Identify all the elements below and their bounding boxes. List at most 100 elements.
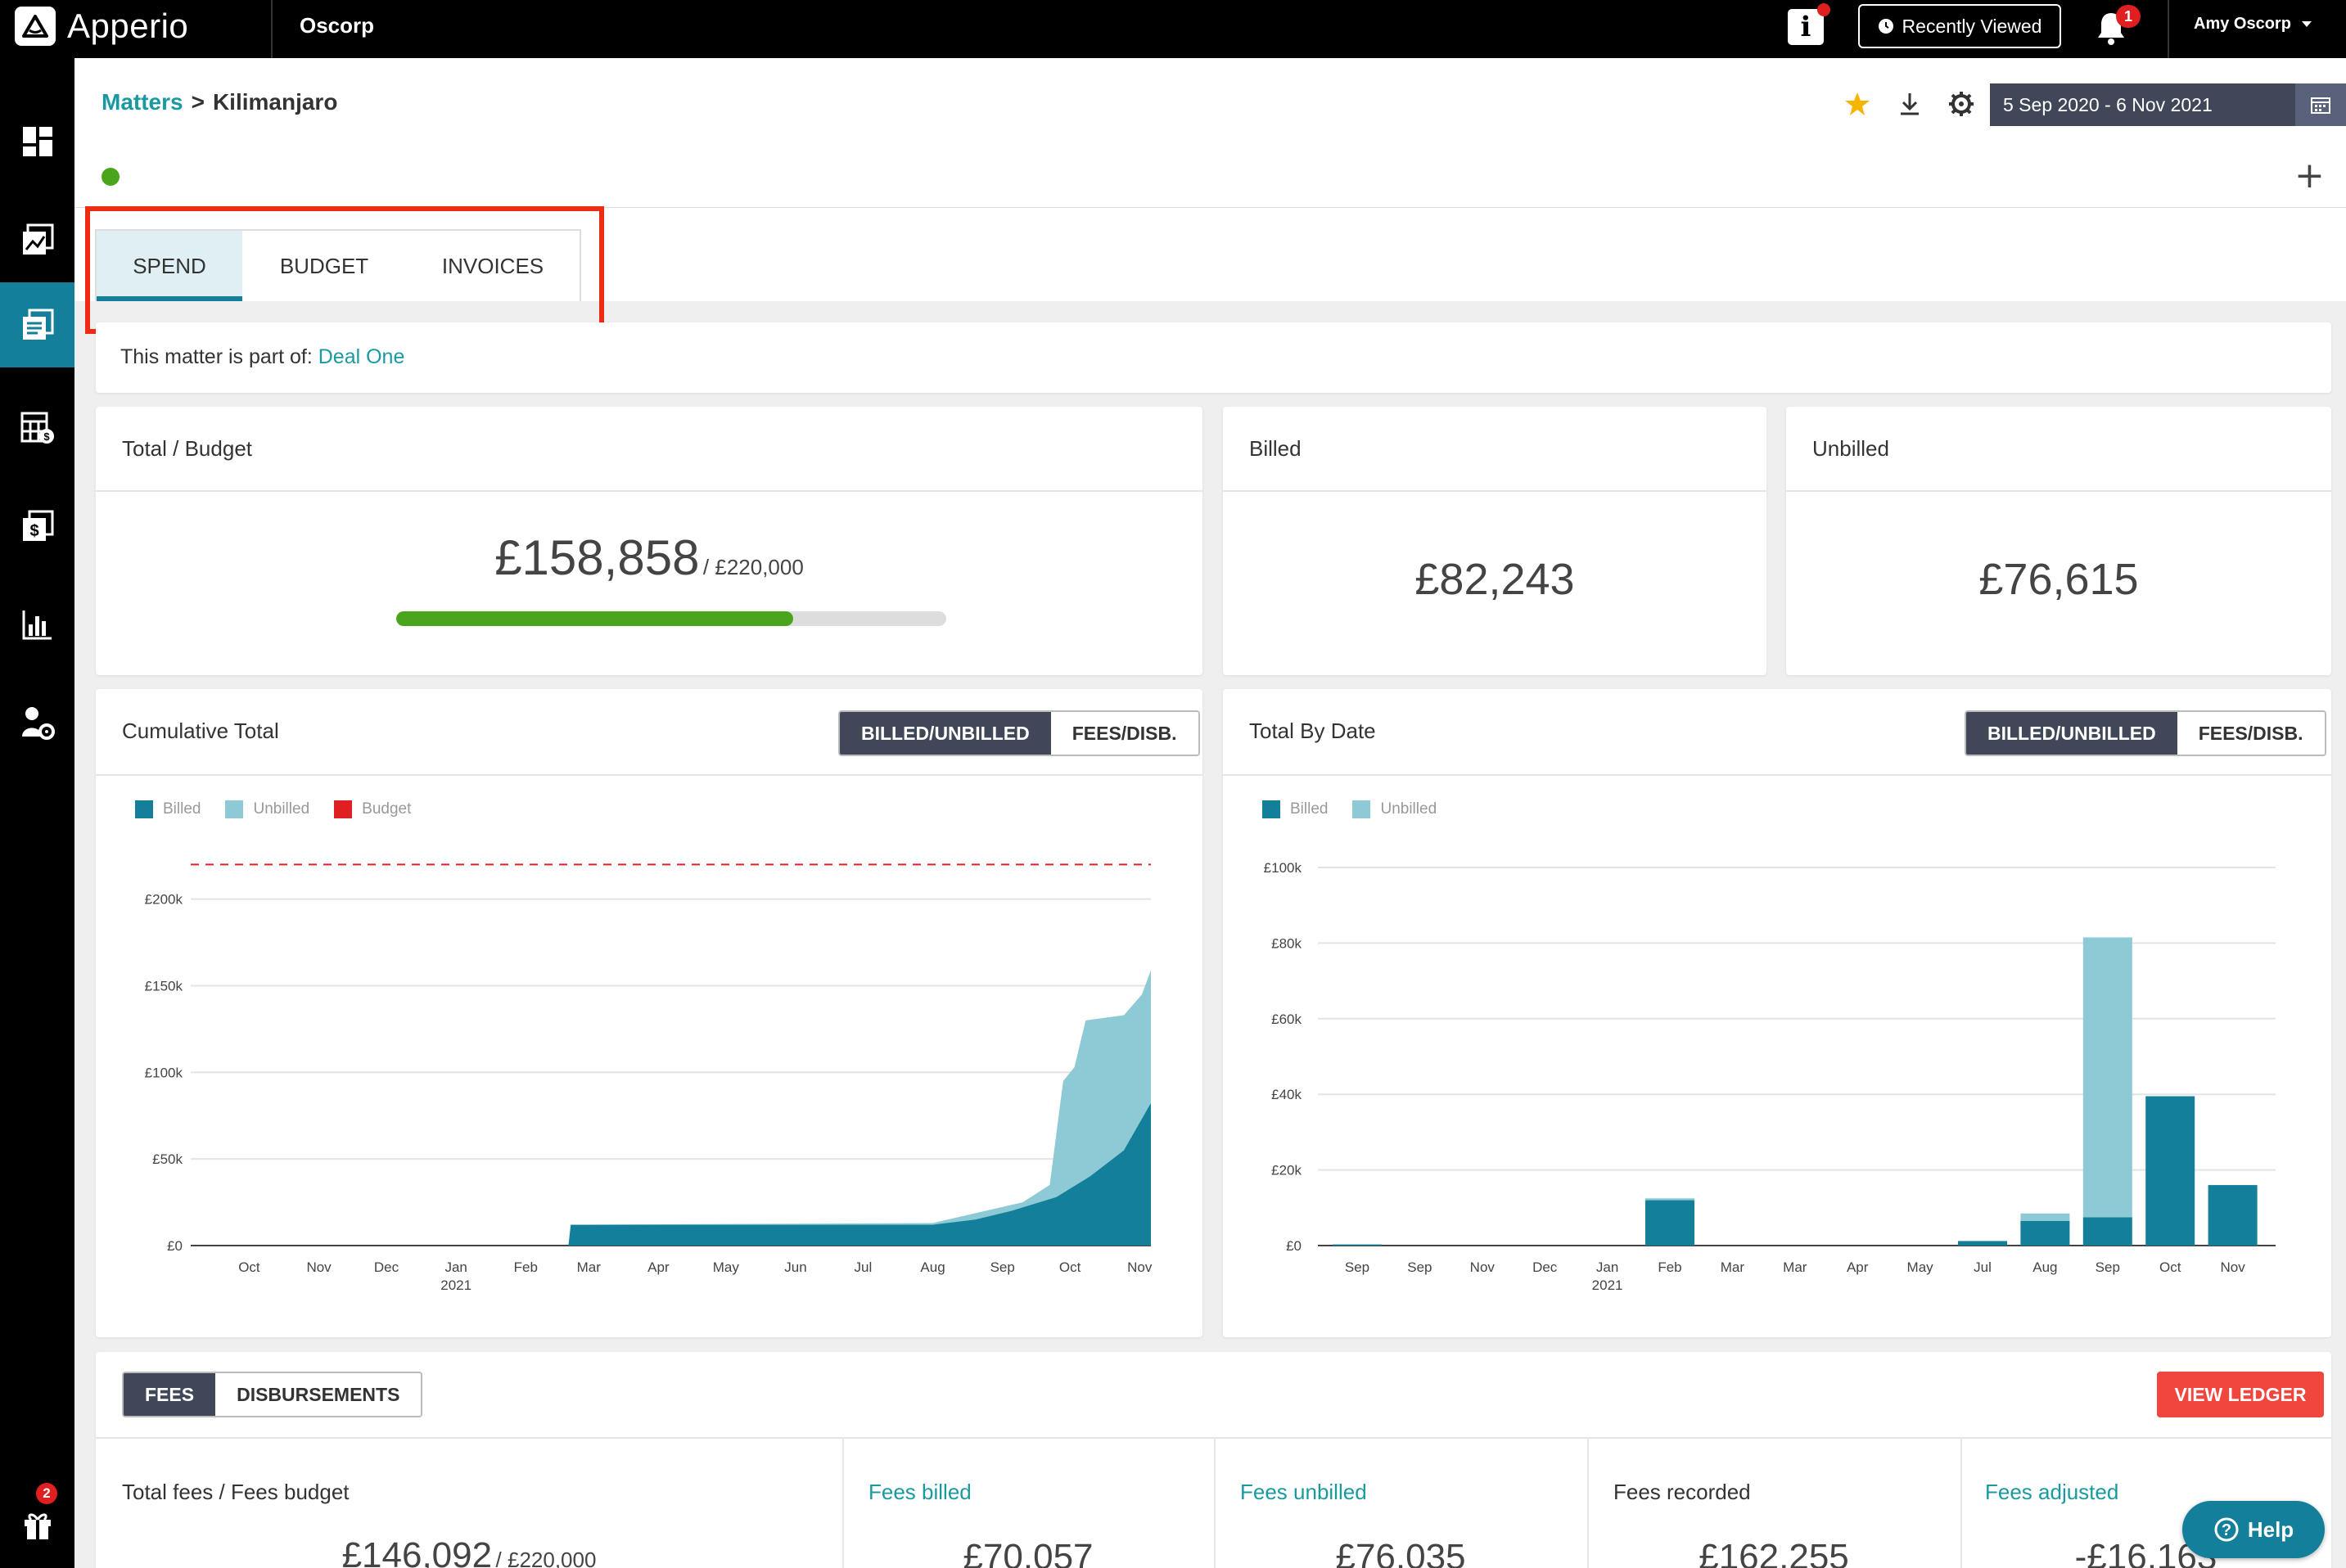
billed-unbilled-toggle[interactable]: BILLED/UNBILLED xyxy=(1966,712,2177,755)
help-button[interactable]: ? Help xyxy=(2182,1501,2325,1558)
card-header: FEES DISBURSEMENTS VIEW LEDGER xyxy=(96,1352,2331,1439)
user-settings-icon xyxy=(21,707,55,740)
x-tick-label: Aug xyxy=(2032,1259,2057,1275)
cumulative-legend: Billed Unbilled Budget xyxy=(135,800,411,818)
org-name[interactable]: Oscorp xyxy=(300,13,374,38)
sidebar-matters[interactable] xyxy=(0,282,74,367)
sidebar-dashboard[interactable] xyxy=(0,99,74,184)
y-tick-label: £200k xyxy=(145,892,183,908)
fees-disb-toggle[interactable]: FEES/DISB. xyxy=(2177,712,2325,755)
x-tick-label: May xyxy=(713,1259,740,1275)
sidebar-reports[interactable] xyxy=(0,582,74,667)
user-menu[interactable]: Amy Oscorp xyxy=(2194,15,2312,34)
x-tick-label: Mar xyxy=(577,1259,602,1275)
sidebar-budgets[interactable]: $ xyxy=(0,385,74,471)
svg-text:?: ? xyxy=(2222,1521,2231,1539)
fees-unbilled-link[interactable]: Fees unbilled xyxy=(1240,1480,1367,1505)
notification-badge: 1 xyxy=(2116,5,2141,28)
legend-budget-swatch xyxy=(334,800,353,818)
view-ledger-button[interactable]: VIEW LEDGER xyxy=(2157,1372,2324,1417)
question-icon: ? xyxy=(2214,1517,2239,1542)
billed-bar xyxy=(2208,1185,2258,1246)
matters-icon xyxy=(22,309,53,340)
billed-bar xyxy=(2145,1096,2195,1246)
breadcrumb: Matters > Kilimanjaro xyxy=(102,89,337,115)
x-tick-label: Oct xyxy=(238,1259,260,1275)
by-date-chart: £0 £20k £40k £60k £80k £100k Sep Sep Nov Dec Jan 20… xyxy=(1264,860,2276,1293)
breadcrumb-matters-link[interactable]: Matters xyxy=(102,89,183,115)
budget-value: / £220,000 xyxy=(702,555,804,579)
x-tick-label: Dec xyxy=(1532,1259,1558,1275)
dashboard-icon xyxy=(22,127,52,156)
sidebar-analytics[interactable] xyxy=(0,197,74,282)
legend-unbilled-swatch xyxy=(225,800,244,818)
total-by-date-card: Total By Date BILLED/UNBILLED FEES/DISB.… xyxy=(1223,689,2331,1337)
fees-disb-toggle[interactable]: FEES/DISB. xyxy=(1050,712,1198,755)
deal-link[interactable]: Deal One xyxy=(318,345,405,368)
x-tick-label: Aug xyxy=(920,1259,945,1275)
x-tick-label: Sep xyxy=(1407,1259,1432,1275)
deal-info: This matter is part of: Deal One xyxy=(120,345,404,369)
download-icon[interactable] xyxy=(1893,88,1926,120)
svg-text:$: $ xyxy=(43,430,50,443)
billed-card: Billed £82,243 xyxy=(1223,407,1766,675)
gear-icon[interactable] xyxy=(1945,88,1978,120)
calendar-icon[interactable] xyxy=(2295,83,2346,126)
x-tick-label: Oct xyxy=(2159,1259,2181,1275)
budget-progress-fill xyxy=(396,611,794,626)
app-logo[interactable]: Apperio xyxy=(15,7,188,46)
status-indicator xyxy=(102,168,120,186)
billed-bar xyxy=(1645,1200,1694,1246)
x-tick-label: Oct xyxy=(1059,1259,1081,1275)
date-range-picker[interactable]: 5 Sep 2020 - 6 Nov 2021 xyxy=(1990,83,2346,126)
cumulative-view-toggle: BILLED/UNBILLED FEES/DISB. xyxy=(838,710,1200,756)
total-value: £158,858 xyxy=(494,530,700,585)
fees-budget-value: / £220,000 xyxy=(495,1548,597,1568)
brand-name: Apperio xyxy=(67,7,189,45)
by-date-legend: Billed Unbilled xyxy=(1262,800,1437,818)
card-title: Total By Date xyxy=(1249,719,1376,743)
star-icon[interactable] xyxy=(1841,88,1874,120)
card-header: Cumulative Total BILLED/UNBILLED FEES/DI… xyxy=(96,689,1202,776)
x-tick-label: Feb xyxy=(1658,1259,1681,1275)
unbilled-value: £76,615 xyxy=(1978,555,2139,604)
recently-viewed-button[interactable]: Recently Viewed xyxy=(1858,4,2061,48)
y-tick-label: £80k xyxy=(1271,935,1302,951)
x-tick-label: Sep xyxy=(1345,1259,1369,1275)
disbursements-toggle[interactable]: DISBURSEMENTS xyxy=(215,1373,422,1416)
top-bar: Apperio Oscorp i Recently Viewed 1 Amy O… xyxy=(0,0,2346,58)
fees-billed-value: £70,057 xyxy=(963,1537,1094,1568)
y-tick-label: £20k xyxy=(1271,1163,1302,1178)
fees-tile-title: Total fees / Fees budget xyxy=(122,1480,350,1504)
fees-adjusted-link[interactable]: Fees adjusted xyxy=(1985,1480,2118,1505)
billed-bar xyxy=(1333,1244,1382,1246)
unbilled-bar xyxy=(2082,937,2132,1218)
x-tick-label: Dec xyxy=(374,1259,399,1275)
fees-tiles: Total fees / Fees budget £146,092 / £220… xyxy=(96,1439,2331,1568)
sidebar-user-settings[interactable] xyxy=(0,680,74,765)
card-header: Billed xyxy=(1223,407,1766,492)
cumulative-chart: £0 £50k £100k £150k £200k Oct Nov Dec Jan 2021 Feb… xyxy=(145,863,1153,1293)
fees-billed-link[interactable]: Fees billed xyxy=(868,1480,972,1505)
x-tick-label: Sep xyxy=(990,1259,1015,1275)
add-button[interactable]: + xyxy=(2294,155,2325,196)
billed-value: £82,243 xyxy=(1414,555,1575,604)
card-header: Unbilled xyxy=(1786,407,2331,492)
x-tick-label: Mar xyxy=(1721,1259,1745,1275)
legend-unbilled-swatch xyxy=(1352,800,1371,818)
legend-billed: Billed xyxy=(163,800,201,818)
help-label: Help xyxy=(2247,1516,2294,1542)
fees-toggle[interactable]: FEES xyxy=(124,1373,216,1416)
card-title: Billed xyxy=(1249,436,1302,461)
fees-total-values: £146,092 / £220,000 xyxy=(96,1535,842,1568)
fees-disbursements-toggle: FEES DISBURSEMENTS xyxy=(122,1372,423,1417)
by-date-view-toggle: BILLED/UNBILLED FEES/DISB. xyxy=(1965,710,2326,756)
x-tick-label: Apr xyxy=(647,1259,670,1275)
y-tick-label: £150k xyxy=(145,979,183,994)
divider xyxy=(2168,0,2169,58)
x-tick-label: Jan 2021 xyxy=(440,1259,471,1293)
fees-recorded-title: Fees recorded xyxy=(1613,1480,1751,1504)
billed-unbilled-toggle[interactable]: BILLED/UNBILLED xyxy=(840,712,1051,755)
total-budget-values: £158,858 / £220,000 xyxy=(96,529,1202,586)
sidebar-invoices[interactable]: $ xyxy=(0,484,74,569)
